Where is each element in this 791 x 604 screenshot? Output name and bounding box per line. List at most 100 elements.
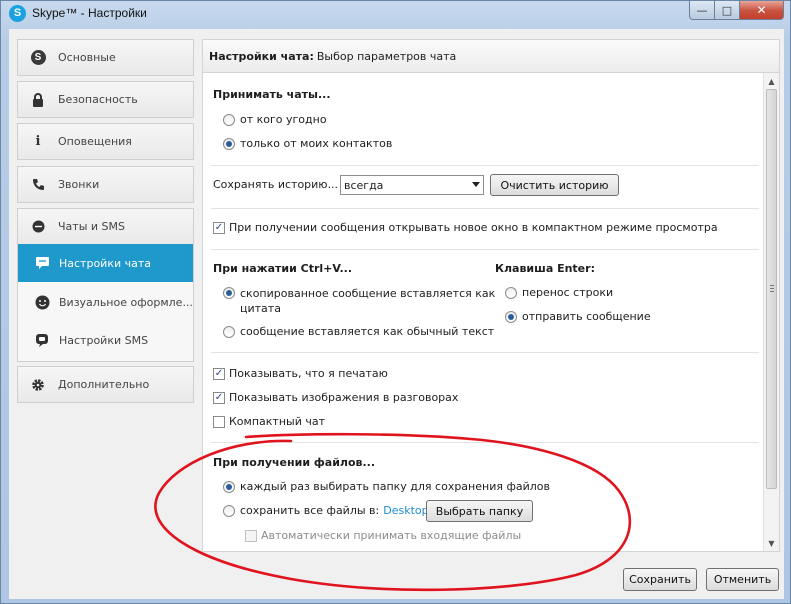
vertical-scrollbar[interactable]: ▲ ▼: [763, 73, 779, 551]
accept-anyone-radio[interactable]: от кого угодно: [223, 113, 327, 126]
chat-icon: [34, 255, 50, 271]
scroll-thumb[interactable]: [766, 89, 777, 489]
close-icon: ✕: [756, 3, 767, 17]
checkbox[interactable]: ✓: [213, 367, 225, 380]
sidebar-item-chat-settings[interactable]: Настройки чата: [18, 244, 193, 282]
chevron-down-icon: [472, 182, 480, 187]
settings-content: Принимать чаты... от кого угодно только …: [202, 73, 780, 552]
radio-button[interactable]: [505, 310, 517, 323]
sidebar-item-label: Настройки чата: [59, 256, 152, 270]
radio-button[interactable]: [223, 480, 235, 493]
phone-icon: [30, 177, 46, 193]
skype-icon: S: [30, 50, 46, 66]
radio-button[interactable]: [223, 504, 235, 517]
show-images-checkbox[interactable]: ✓ Показывать изображения в разговорах: [213, 391, 458, 404]
sidebar-item-calls[interactable]: Звонки: [17, 166, 194, 203]
window-controls: — □ ✕: [689, 1, 784, 20]
gear-icon: [30, 377, 46, 393]
history-label: Сохранять историю...: [213, 178, 338, 191]
client-area: S Основные Безопасность i Оповещения Зво…: [9, 29, 784, 599]
radio-label: перенос строки: [522, 286, 614, 299]
sidebar-item-security[interactable]: Безопасность: [17, 81, 194, 118]
sidebar-item-label: Дополнительно: [58, 378, 150, 391]
files-ask-radio[interactable]: каждый раз выбирать папку для сохранения…: [223, 480, 550, 493]
chat-bubble-icon: [30, 219, 46, 235]
ctrl-v-title: При нажатии Ctrl+V...: [213, 262, 353, 275]
history-select-value: всегда: [344, 178, 384, 192]
checkbox-label: При получении сообщения открывать новое …: [229, 221, 718, 234]
sidebar-item-visual-style[interactable]: Визуальное оформле...: [18, 283, 193, 321]
maximize-button[interactable]: □: [715, 1, 740, 20]
checkbox-label: Показывать изображения в разговорах: [229, 391, 459, 404]
lock-icon: [30, 92, 46, 108]
checkbox[interactable]: ✓: [213, 391, 225, 404]
auto-accept-checkbox[interactable]: Автоматически принимать входящие файлы: [245, 529, 521, 542]
divider: [211, 352, 759, 353]
radio-label: сообщение вставляется как обычный текст: [240, 325, 495, 338]
ctrl-v-quote-radio[interactable]: скопированное сообщение вставляется как …: [223, 286, 495, 316]
radio-button[interactable]: [223, 137, 235, 150]
radio-label-line: цитата: [240, 302, 281, 315]
radio-label: скопированное сообщение вставляется как …: [240, 286, 495, 316]
checkbox[interactable]: [245, 529, 257, 542]
sms-icon: [34, 332, 50, 348]
sidebar-item-notifications[interactable]: i Оповещения: [17, 123, 194, 160]
sidebar-item-label: Чаты и SMS: [58, 220, 125, 233]
radio-button[interactable]: [505, 286, 517, 299]
info-icon: i: [35, 134, 41, 149]
smiley-icon: [34, 294, 50, 310]
ctrl-v-plain-radio[interactable]: сообщение вставляется как обычный текст: [223, 325, 494, 338]
sidebar-item-label: Настройки SMS: [59, 333, 149, 347]
maximize-icon: □: [721, 3, 733, 17]
skype-app-icon: S: [9, 5, 26, 22]
radio-label: сохранить все файлы в:: [240, 504, 380, 517]
compact-chat-checkbox[interactable]: Компактный чат: [213, 415, 325, 428]
radio-button[interactable]: [223, 113, 235, 126]
sidebar-item-chats[interactable]: Чаты и SMS: [17, 208, 194, 245]
enter-newline-radio[interactable]: перенос строки: [505, 286, 613, 299]
checkbox-label: Автоматически принимать входящие файлы: [261, 529, 522, 542]
accept-contacts-radio[interactable]: только от моих контактов: [223, 137, 392, 150]
scroll-down-icon[interactable]: ▼: [764, 536, 779, 550]
radio-button[interactable]: [223, 287, 235, 299]
files-save-radio[interactable]: сохранить все файлы в: Desktop: [223, 504, 429, 517]
minimize-icon: —: [696, 3, 708, 17]
show-typing-checkbox[interactable]: ✓ Показывать, что я печатаю: [213, 367, 388, 380]
checkbox[interactable]: ✓: [213, 221, 225, 234]
sidebar-item-label: Оповещения: [58, 135, 132, 148]
clear-history-button[interactable]: Очистить историю: [490, 174, 619, 196]
radio-button[interactable]: [223, 325, 235, 338]
sidebar-item-general[interactable]: S Основные: [17, 39, 194, 76]
history-select[interactable]: всегда: [340, 175, 484, 195]
compact-open-checkbox[interactable]: ✓ При получении сообщения открывать ново…: [213, 221, 718, 234]
save-button[interactable]: Сохранить: [623, 568, 697, 591]
checkbox[interactable]: [213, 415, 225, 428]
radio-label: только от моих контактов: [240, 137, 393, 150]
sidebar-item-label: Визуальное оформле...: [59, 295, 193, 309]
divider: [211, 249, 759, 250]
choose-folder-button[interactable]: Выбрать папку: [426, 500, 533, 522]
radio-label: каждый раз выбирать папку для сохранения…: [240, 480, 550, 493]
minimize-button[interactable]: —: [689, 1, 715, 20]
history-label-text: Сохранять историю...: [213, 178, 339, 191]
enter-send-radio[interactable]: отправить сообщение: [505, 310, 651, 323]
grip-icon: [770, 285, 774, 292]
scroll-up-icon[interactable]: ▲: [764, 74, 779, 88]
window-title: Skype™ - Настройки: [32, 6, 147, 20]
files-title: При получении файлов...: [213, 456, 376, 469]
page-title: Настройки чата: Выбор параметров чата: [202, 39, 780, 73]
checkbox-label: Показывать, что я печатаю: [229, 367, 388, 380]
divider: [211, 208, 759, 209]
accept-chats-title: Принимать чаты...: [213, 88, 331, 101]
enter-key-title: Клавиша Enter:: [495, 262, 595, 275]
chats-submenu: Настройки чата Визуальное оформле... Нас…: [17, 244, 194, 362]
cancel-button[interactable]: Отменить: [706, 568, 779, 591]
radio-label: от кого угодно: [240, 113, 327, 126]
close-button[interactable]: ✕: [740, 1, 784, 20]
sidebar-item-label: Основные: [58, 51, 116, 64]
sidebar-item-sms-settings[interactable]: Настройки SMS: [18, 321, 193, 359]
title-bar[interactable]: S Skype™ - Настройки — □ ✕: [1, 1, 790, 27]
radio-label: отправить сообщение: [522, 310, 651, 323]
sidebar-item-advanced[interactable]: Дополнительно: [17, 366, 194, 403]
folder-link[interactable]: Desktop: [383, 504, 428, 517]
